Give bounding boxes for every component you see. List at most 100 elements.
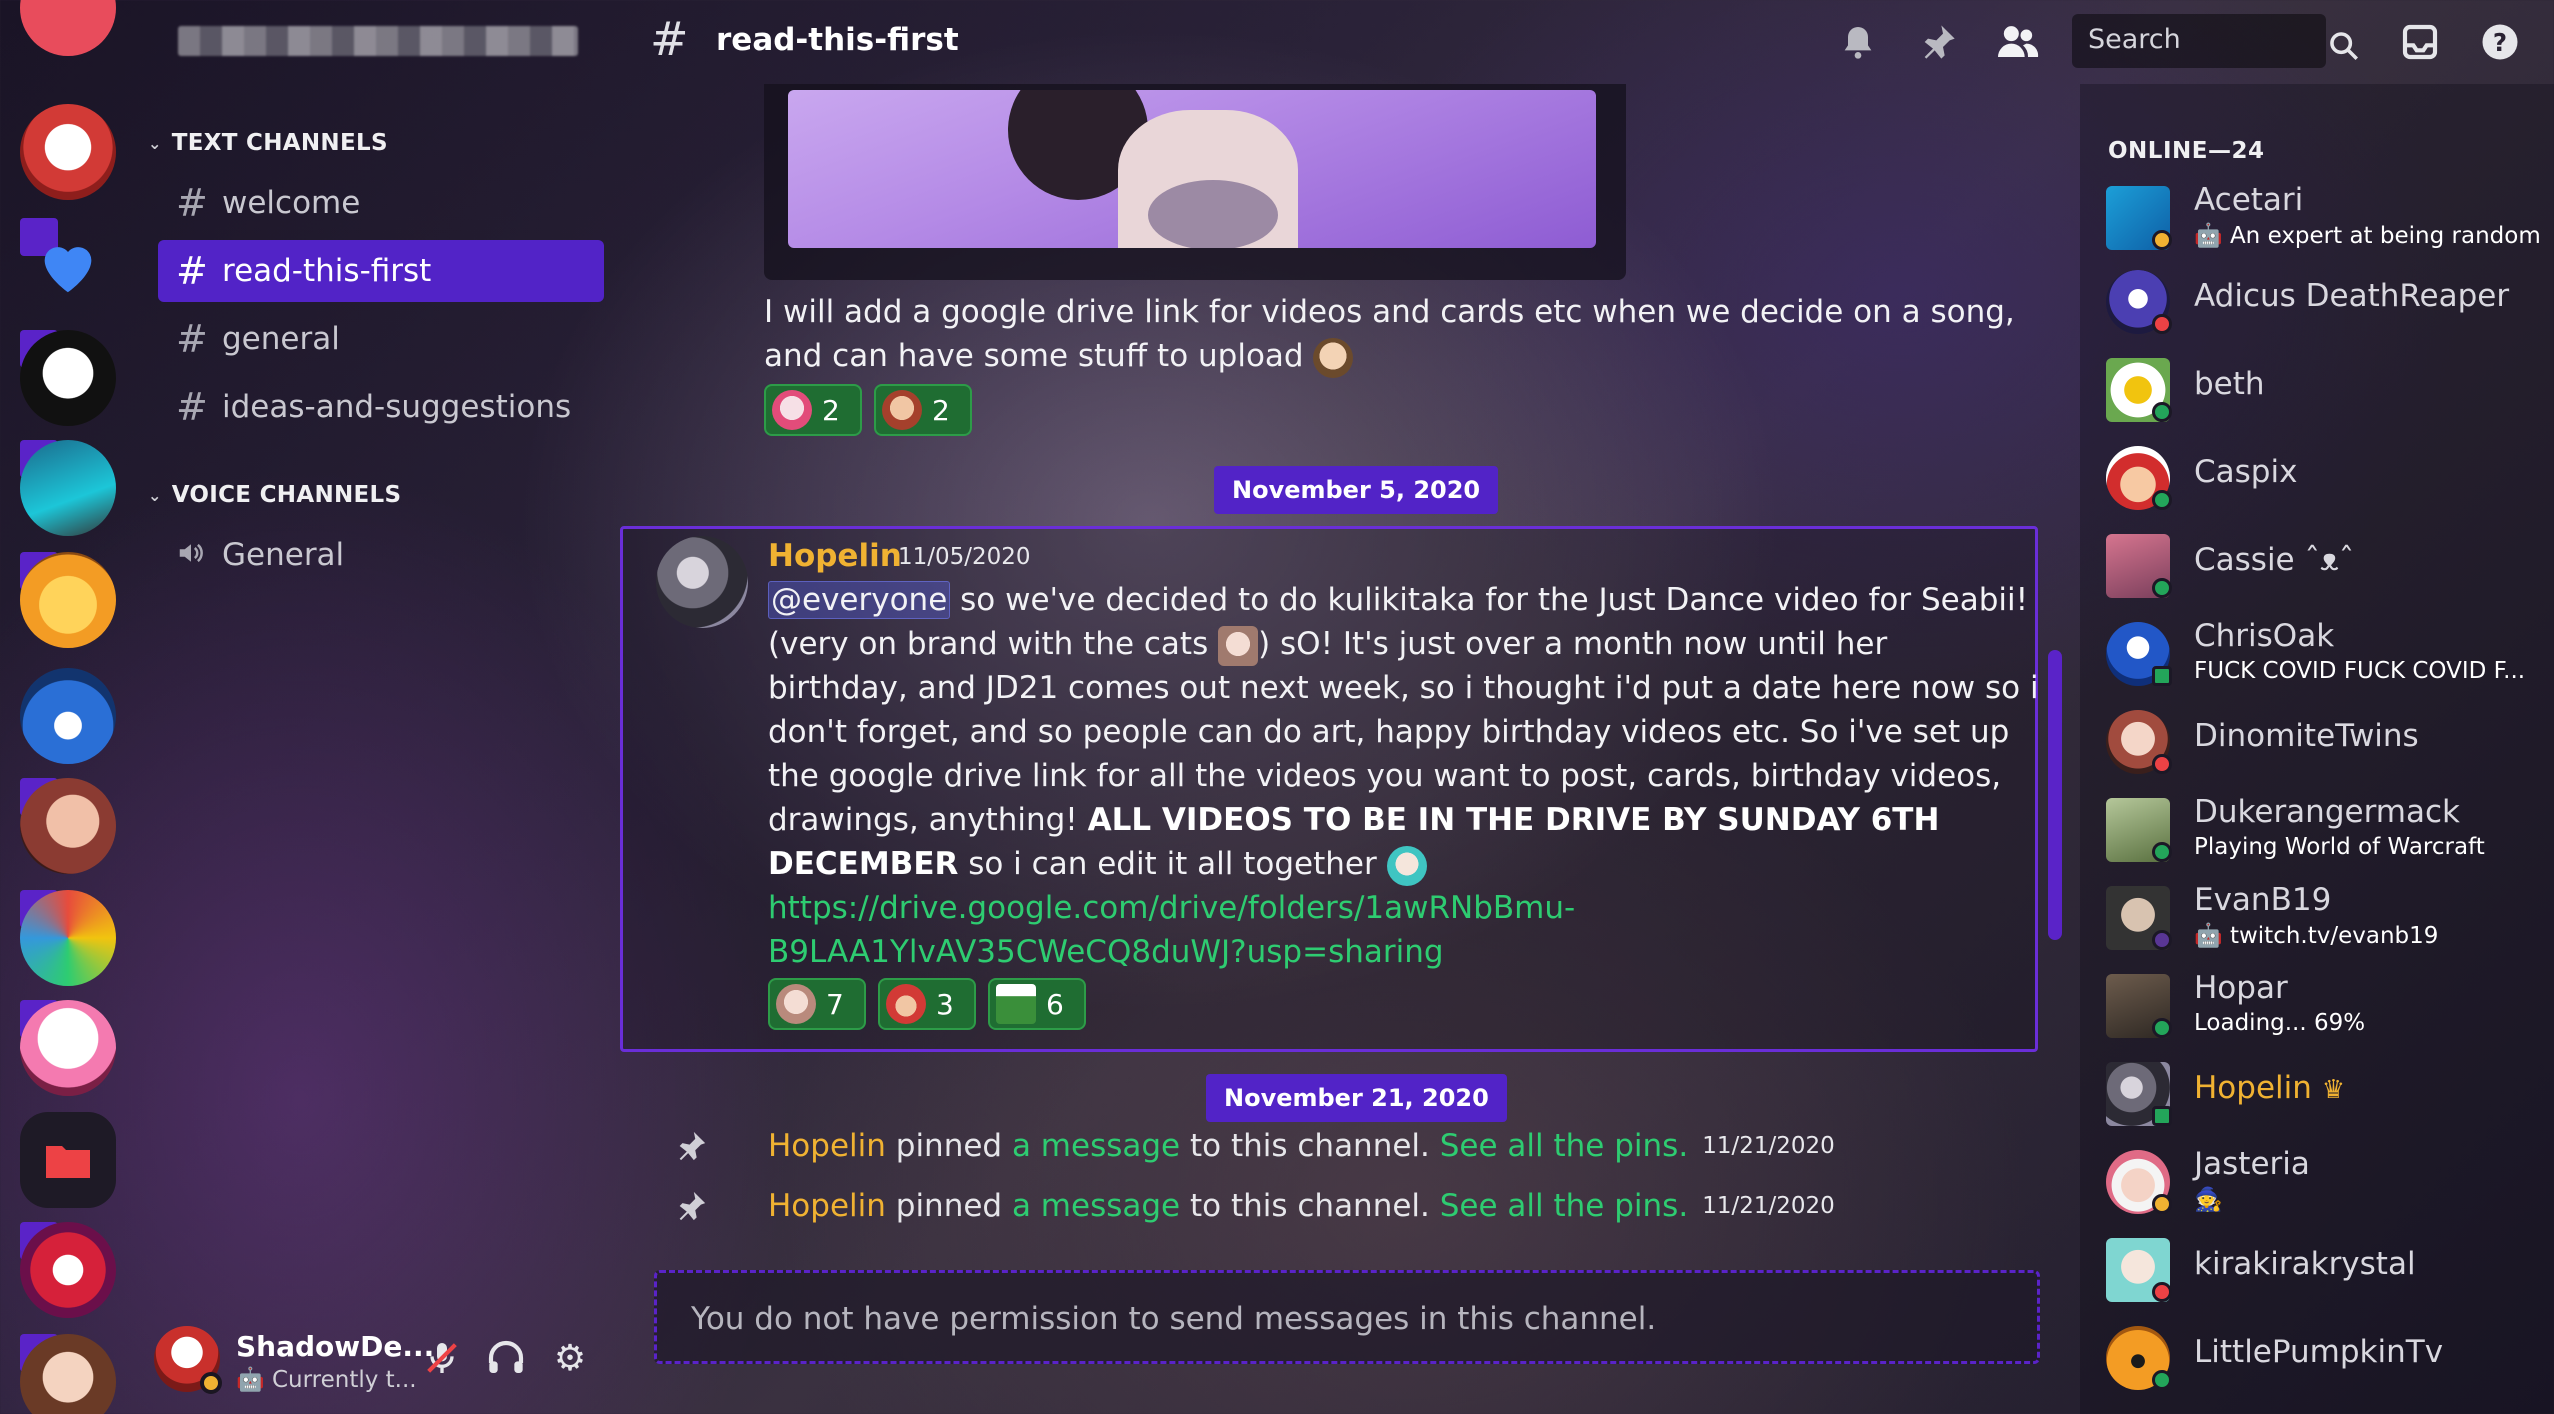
reactions: 7 3 6 <box>768 978 1086 1030</box>
notifications-button[interactable] <box>1834 18 1882 66</box>
svg-text:?: ? <box>2493 28 2507 57</box>
server-icon[interactable] <box>20 778 116 874</box>
channel-welcome[interactable]: # welcome <box>158 172 604 234</box>
member-item[interactable]: Acetari 🤖 An expert at being random <box>2106 178 2552 258</box>
member-item[interactable]: Hopar Loading... 69% <box>2106 966 2552 1046</box>
heart-server-icon[interactable] <box>20 218 116 314</box>
server-icon[interactable] <box>20 440 116 536</box>
pepe-emoji-icon <box>996 984 1036 1024</box>
message-text: DECEMBER so i can edit it all together <box>768 842 1427 886</box>
search-input[interactable]: Search <box>2072 14 2326 68</box>
message-timestamp: 11/05/2020 <box>898 544 1031 570</box>
reactions: 2 2 <box>764 384 972 436</box>
search-icon[interactable] <box>2320 22 2368 70</box>
member-item[interactable]: Adicus DeathReaper <box>2106 262 2552 342</box>
status-streaming-icon <box>2152 930 2172 950</box>
cat-emoji-icon <box>1218 625 1259 666</box>
member-item[interactable]: Hopelin ♛ <box>2106 1054 2552 1134</box>
face-emoji-icon <box>776 984 816 1024</box>
channel-title: read-this-first <box>716 22 959 58</box>
member-item[interactable]: DinomiteTwins <box>2106 702 2552 782</box>
bell-icon <box>1844 27 1872 59</box>
member-item[interactable]: EvanB19 🤖 twitch.tv/evanb19 <box>2106 878 2552 958</box>
gear-icon: ⚙ <box>553 1337 587 1379</box>
member-item[interactable]: Dukerangermack Playing World of Warcraft <box>2106 790 2552 870</box>
channel-header: # read-this-first Search ? <box>620 0 2554 84</box>
server-icon[interactable] <box>20 0 116 56</box>
chevron-down-icon: ⌄ <box>148 133 162 153</box>
member-item[interactable]: LittlePumpkinTv <box>2106 1318 2552 1398</box>
face-emoji-icon <box>882 390 922 430</box>
pinned-messages-button[interactable] <box>1914 18 1962 66</box>
mute-microphone-button[interactable] <box>418 1334 466 1382</box>
pin-icon <box>1924 25 1955 59</box>
channel-ideas-and-suggestions[interactable]: # ideas-and-suggestions <box>158 376 604 438</box>
server-icon[interactable] <box>20 668 116 764</box>
member-item[interactable]: kirakirakrystal <box>2106 1230 2552 1310</box>
embed-thumbnail[interactable] <box>788 90 1596 248</box>
member-list: ONLINE—24 Acetari 🤖 An expert at being r… <box>2080 84 2554 1414</box>
status-online-icon <box>2152 842 2172 862</box>
message-input-disabled: You do not have permission to send messa… <box>654 1270 2040 1364</box>
hash-icon: # <box>176 181 208 225</box>
pin-icon <box>674 1129 718 1163</box>
member-item[interactable]: Jasteria 🧙 <box>2106 1142 2552 1222</box>
anime-emoji-icon <box>1386 845 1427 886</box>
member-item[interactable]: beth <box>2106 350 2552 430</box>
status-idle-icon <box>2152 230 2172 250</box>
status-idle-icon <box>2152 1194 2172 1214</box>
status-online-icon <box>2152 402 2172 422</box>
server-icon[interactable] <box>20 890 116 986</box>
voice-channel-general[interactable]: General <box>158 524 604 586</box>
chat-area: I will add a google drive link for video… <box>620 84 2062 1414</box>
user-settings-button[interactable]: ⚙ <box>546 1334 594 1382</box>
deafen-button[interactable] <box>482 1334 530 1382</box>
message-text: @everyone so we've decided to do kulikit… <box>768 578 2028 622</box>
server-icon[interactable] <box>20 104 116 200</box>
scrollbar-thumb[interactable] <box>2048 650 2062 940</box>
server-icon[interactable] <box>20 330 116 426</box>
status-online-icon <box>2152 578 2172 598</box>
message-text: and can have some stuff to upload <box>764 334 1354 378</box>
folder-icon[interactable] <box>20 1112 116 1208</box>
member-item[interactable]: Caspix <box>2106 438 2552 518</box>
drive-link[interactable]: B9LAA1YlvAV35CWeCQ8duWJ?usp=sharing <box>768 930 1444 974</box>
user-panel: ShadowDe... 🤖 Currently t... ⚙ <box>130 1310 620 1414</box>
activity-emoji-icon: 🧙 <box>2194 1187 2223 1213</box>
member-item[interactable]: Cassie ˆᴥˆ <box>2106 526 2552 606</box>
server-icon[interactable] <box>20 1334 116 1414</box>
drive-link[interactable]: https://drive.google.com/drive/folders/1… <box>768 886 1575 930</box>
server-name-redacted[interactable] <box>178 26 578 56</box>
message-text: I will add a google drive link for video… <box>764 294 2015 330</box>
inbox-button[interactable] <box>2396 18 2444 66</box>
help-button[interactable]: ? <box>2476 18 2524 66</box>
server-icon[interactable] <box>20 1222 116 1318</box>
message-text: (very on brand with the cats ) sO! It's … <box>768 622 1887 666</box>
reaction-button[interactable]: 2 <box>874 384 972 436</box>
channel-general[interactable]: # general <box>158 308 604 370</box>
member-group-header: ONLINE—24 <box>2108 138 2265 164</box>
channel-read-this-first[interactable]: # read-this-first <box>158 240 604 302</box>
reaction-button[interactable]: 7 <box>768 978 866 1030</box>
crown-icon: ♛ <box>2321 1075 2346 1105</box>
inbox-icon <box>2402 24 2438 60</box>
message-author[interactable]: Hopelin <box>768 538 902 574</box>
member-list-button[interactable] <box>1994 18 2042 66</box>
date-divider: November 21, 2020 <box>1206 1074 1507 1122</box>
server-icon[interactable] <box>20 1000 116 1096</box>
speaker-icon <box>176 533 206 577</box>
category-voice-channels[interactable]: ⌄ VOICE CHANNELS <box>148 482 401 508</box>
message-text: birthday, and JD21 comes out next week, … <box>768 670 2039 706</box>
avatar[interactable] <box>656 536 748 628</box>
server-rail <box>0 0 130 1414</box>
everyone-mention[interactable]: @everyone <box>768 581 951 619</box>
reaction-button[interactable]: 3 <box>878 978 976 1030</box>
reaction-button[interactable]: 2 <box>764 384 862 436</box>
server-icon[interactable] <box>20 552 116 648</box>
category-text-channels[interactable]: ⌄ TEXT CHANNELS <box>148 130 388 156</box>
member-item[interactable]: ChrisOak FUCK COVID FUCK COVID F... <box>2106 614 2552 694</box>
user-custom-status: 🤖 Currently t... <box>236 1367 417 1393</box>
nerd-emoji-icon <box>1313 337 1354 378</box>
reaction-button[interactable]: 6 <box>988 978 1086 1030</box>
status-idle-icon <box>200 1372 222 1394</box>
